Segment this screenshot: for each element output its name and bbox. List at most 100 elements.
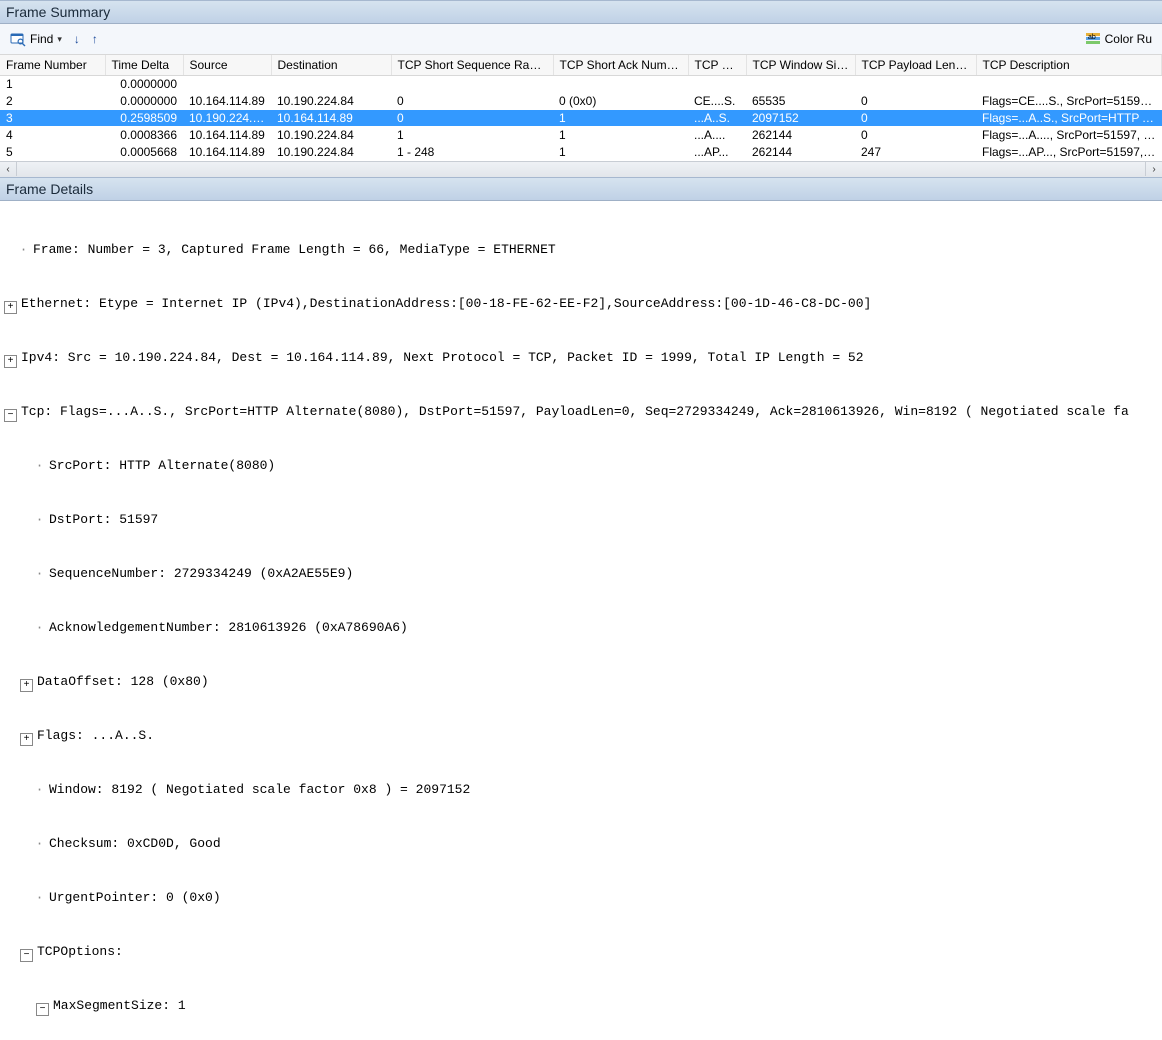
cell-payload[interactable]: 0	[855, 127, 976, 144]
find-prev-button[interactable]: ↑	[88, 32, 102, 46]
detail-frame[interactable]: Frame: Number = 3, Captured Frame Length…	[33, 241, 556, 259]
cell-win[interactable]: 65535	[746, 93, 855, 110]
cell-frame-number[interactable]: 5	[0, 144, 105, 161]
tree-leaf-icon: ·	[34, 619, 45, 637]
cell-desc[interactable]: Flags=...A..S., SrcPort=HTTP Alternate(8…	[976, 110, 1162, 127]
cell-destination[interactable]: 10.190.224.84	[271, 144, 391, 161]
table-row[interactable]: 20.000000010.164.114.8910.190.224.8400 (…	[0, 93, 1162, 110]
tree-expand-icon[interactable]: +	[20, 679, 33, 692]
cell-seq-range[interactable]: 0	[391, 110, 553, 127]
cell-source[interactable]: 10.164.114.89	[183, 127, 271, 144]
col-destination[interactable]: Destination	[271, 55, 391, 76]
col-frame-number[interactable]: Frame Number	[0, 55, 105, 76]
cell-flags[interactable]	[688, 76, 746, 93]
cell-ack[interactable]	[553, 76, 688, 93]
cell-destination[interactable]: 10.164.114.89	[271, 110, 391, 127]
cell-source[interactable]: 10.164.114.89	[183, 93, 271, 110]
cell-time-delta[interactable]: 0.0000000	[105, 93, 183, 110]
cell-seq-range[interactable]: 1	[391, 127, 553, 144]
col-payload[interactable]: TCP Payload Length	[855, 55, 976, 76]
cell-source[interactable]: 10.164.114.89	[183, 144, 271, 161]
color-rules-button[interactable]: ab Color Ru	[1081, 29, 1156, 49]
cell-seq-range[interactable]	[391, 76, 553, 93]
detail-window[interactable]: Window: 8192 ( Negotiated scale factor 0…	[49, 781, 470, 799]
detail-mss-head[interactable]: MaxSegmentSize: 1	[53, 997, 186, 1015]
col-ack[interactable]: TCP Short Ack Number	[553, 55, 688, 76]
cell-flags[interactable]: ...A....	[688, 127, 746, 144]
cell-desc[interactable]: Flags=...AP..., SrcPort=51597, DstPort=H…	[976, 144, 1162, 161]
col-seq-range[interactable]: TCP Short Sequence Range	[391, 55, 553, 76]
table-header-row[interactable]: Frame Number Time Delta Source Destinati…	[0, 55, 1162, 76]
detail-flags[interactable]: Flags: ...A..S.	[37, 727, 154, 745]
cell-ack[interactable]: 1	[553, 110, 688, 127]
cell-time-delta[interactable]: 0.2598509	[105, 110, 183, 127]
cell-win[interactable]: 262144	[746, 144, 855, 161]
scroll-right-icon[interactable]: ›	[1145, 162, 1162, 176]
tree-expand-icon[interactable]: +	[4, 301, 17, 314]
cell-payload[interactable]: 0	[855, 110, 976, 127]
col-desc[interactable]: TCP Description	[976, 55, 1162, 76]
cell-frame-number[interactable]: 3	[0, 110, 105, 127]
cell-destination[interactable]	[271, 76, 391, 93]
find-next-button[interactable]: ↓	[70, 32, 84, 46]
frame-summary-table[interactable]: Frame Number Time Delta Source Destinati…	[0, 55, 1162, 161]
col-time-delta[interactable]: Time Delta	[105, 55, 183, 76]
cell-frame-number[interactable]: 1	[0, 76, 105, 93]
col-source[interactable]: Source	[183, 55, 271, 76]
cell-destination[interactable]: 10.190.224.84	[271, 93, 391, 110]
detail-checksum[interactable]: Checksum: 0xCD0D, Good	[49, 835, 221, 853]
tree-collapse-icon[interactable]: −	[36, 1003, 49, 1016]
detail-seqnum[interactable]: SequenceNumber: 2729334249 (0xA2AE55E9)	[49, 565, 353, 583]
dropdown-arrow-icon: ▾	[57, 34, 62, 45]
cell-payload[interactable]: 247	[855, 144, 976, 161]
scroll-left-icon[interactable]: ‹	[0, 162, 17, 176]
cell-flags[interactable]: CE....S.	[688, 93, 746, 110]
detail-urgent[interactable]: UrgentPointer: 0 (0x0)	[49, 889, 221, 907]
cell-destination[interactable]: 10.190.224.84	[271, 127, 391, 144]
detail-ethernet[interactable]: Ethernet: Etype = Internet IP (IPv4),Des…	[21, 295, 871, 313]
cell-payload[interactable]: 0	[855, 93, 976, 110]
cell-time-delta[interactable]: 0.0008366	[105, 127, 183, 144]
cell-time-delta[interactable]: 0.0005668	[105, 144, 183, 161]
tree-collapse-icon[interactable]: −	[20, 949, 33, 962]
cell-source[interactable]	[183, 76, 271, 93]
cell-win[interactable]: 262144	[746, 127, 855, 144]
cell-seq-range[interactable]: 1 - 248	[391, 144, 553, 161]
table-row[interactable]: 10.0000000	[0, 76, 1162, 93]
table-row[interactable]: 40.000836610.164.114.8910.190.224.8411..…	[0, 127, 1162, 144]
cell-seq-range[interactable]: 0	[391, 93, 553, 110]
cell-desc[interactable]: Flags=...A...., SrcPort=51597, DstPort=H…	[976, 127, 1162, 144]
detail-dataoffset[interactable]: DataOffset: 128 (0x80)	[37, 673, 209, 691]
cell-desc[interactable]	[976, 76, 1162, 93]
cell-time-delta[interactable]: 0.0000000	[105, 76, 183, 93]
cell-ack[interactable]: 0 (0x0)	[553, 93, 688, 110]
cell-win[interactable]: 2097152	[746, 110, 855, 127]
cell-ack[interactable]: 1	[553, 144, 688, 161]
find-button[interactable]: Find ▾	[6, 29, 66, 49]
detail-srcport[interactable]: SrcPort: HTTP Alternate(8080)	[49, 457, 275, 475]
cell-desc[interactable]: Flags=CE....S., SrcPort=51597, DstPort=H…	[976, 93, 1162, 110]
frame-summary-toolbar: Find ▾ ↓ ↑ ab Color Ru	[0, 24, 1162, 55]
cell-source[interactable]: 10.190.224.84	[183, 110, 271, 127]
cell-ack[interactable]: 1	[553, 127, 688, 144]
cell-frame-number[interactable]: 2	[0, 93, 105, 110]
cell-win[interactable]	[746, 76, 855, 93]
cell-flags[interactable]: ...A..S.	[688, 110, 746, 127]
cell-payload[interactable]	[855, 76, 976, 93]
detail-tcp[interactable]: Tcp: Flags=...A..S., SrcPort=HTTP Altern…	[21, 403, 1129, 421]
tree-expand-icon[interactable]: +	[4, 355, 17, 368]
tree-expand-icon[interactable]: +	[20, 733, 33, 746]
cell-frame-number[interactable]: 4	[0, 127, 105, 144]
tree-collapse-icon[interactable]: −	[4, 409, 17, 422]
detail-acknum[interactable]: AcknowledgementNumber: 2810613926 (0xA78…	[49, 619, 408, 637]
cell-flags[interactable]: ...AP...	[688, 144, 746, 161]
detail-dstport[interactable]: DstPort: 51597	[49, 511, 158, 529]
detail-ipv4[interactable]: Ipv4: Src = 10.190.224.84, Dest = 10.164…	[21, 349, 864, 367]
horizontal-scrollbar[interactable]: ‹ ›	[0, 161, 1162, 177]
table-row[interactable]: 30.259850910.190.224.8410.164.114.8901..…	[0, 110, 1162, 127]
detail-tcpoptions[interactable]: TCPOptions:	[37, 943, 123, 961]
col-win[interactable]: TCP Window Size	[746, 55, 855, 76]
table-row[interactable]: 50.000566810.164.114.8910.190.224.841 - …	[0, 144, 1162, 161]
col-flags[interactable]: TCP Fl...	[688, 55, 746, 76]
frame-details-tree[interactable]: · Frame: Number = 3, Captured Frame Lengt…	[0, 201, 1162, 1040]
